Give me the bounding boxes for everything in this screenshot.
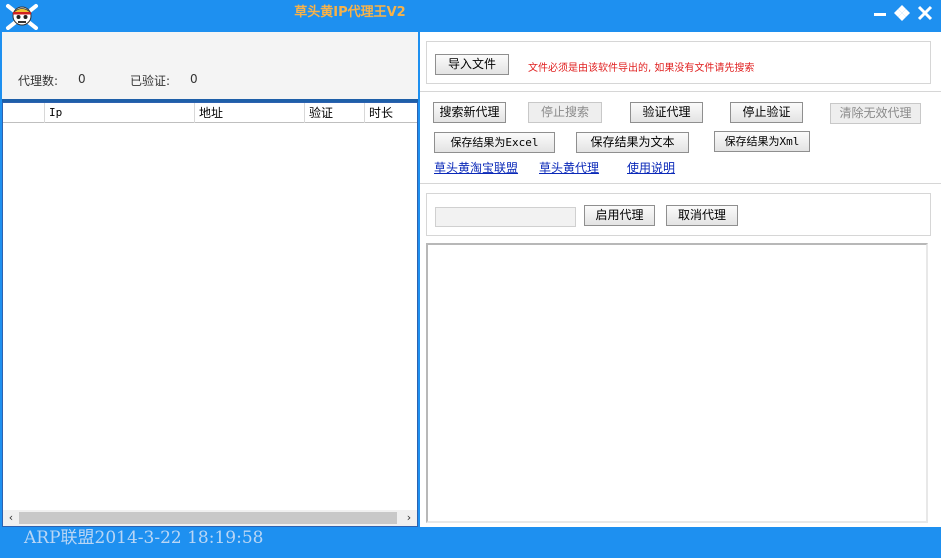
save-text-button[interactable]: 保存结果为文本 — [576, 132, 689, 153]
proxy-count-label: 代理数: — [18, 74, 59, 88]
stats-panel: 代理数: 0 已验证: 0 — [2, 32, 418, 100]
column-header-index[interactable] — [3, 103, 45, 123]
import-file-button[interactable]: 导入文件 — [435, 54, 509, 75]
divider — [420, 91, 941, 92]
column-header-duration[interactable]: 时长 — [365, 103, 417, 123]
proxy-group: 启用代理 取消代理 — [426, 193, 931, 236]
minimize-icon[interactable] — [871, 4, 889, 22]
proxy-table[interactable]: Ip 地址 验证 时长 ‹ › — [2, 102, 418, 527]
verified-label: 已验证: — [130, 74, 171, 88]
stop-verify-button[interactable]: 停止验证 — [730, 102, 803, 123]
log-output[interactable] — [426, 243, 928, 523]
proxy-link[interactable]: 草头黄代理 — [539, 159, 599, 176]
verified-value: 0 — [190, 72, 198, 86]
status-bar-text: ARP联盟2014-3-22 18:19:58 — [24, 528, 264, 548]
divider — [420, 183, 941, 184]
import-note: 文件必须是由该软件导出的, 如果没有文件请先搜索 — [528, 63, 755, 74]
column-header-address[interactable]: 地址 — [195, 103, 305, 123]
save-xml-button[interactable]: 保存结果为Xml — [714, 131, 810, 152]
proxy-address-input[interactable] — [435, 207, 576, 227]
cancel-proxy-button[interactable]: 取消代理 — [666, 205, 738, 226]
import-group: 导入文件 文件必须是由该软件导出的, 如果没有文件请先搜索 — [426, 41, 931, 84]
proxy-count-value: 0 — [78, 72, 86, 86]
move-icon[interactable] — [893, 4, 911, 22]
scroll-right-icon[interactable]: › — [401, 510, 417, 526]
scroll-left-icon[interactable]: ‹ — [3, 510, 19, 526]
window-title: 草头黄IP代理王V2 — [294, 5, 406, 20]
scroll-thumb[interactable] — [19, 512, 397, 524]
close-icon[interactable] — [916, 4, 934, 22]
control-panel: 导入文件 文件必须是由该软件导出的, 如果没有文件请先搜索 搜索新代理 停止搜索… — [420, 32, 941, 527]
column-header-ip[interactable]: Ip — [45, 103, 195, 123]
stop-search-button[interactable]: 停止搜索 — [528, 102, 602, 123]
manual-link[interactable]: 使用说明 — [627, 159, 675, 176]
taobao-link[interactable]: 草头黄淘宝联盟 — [434, 159, 518, 176]
clear-invalid-button[interactable]: 清除无效代理 — [830, 103, 921, 124]
save-excel-button[interactable]: 保存结果为Excel — [434, 132, 555, 153]
table-header: Ip 地址 验证 时长 — [3, 103, 417, 123]
column-header-verify[interactable]: 验证 — [305, 103, 365, 123]
verify-proxy-button[interactable]: 验证代理 — [630, 102, 703, 123]
search-proxy-button[interactable]: 搜索新代理 — [433, 102, 506, 123]
title-bar: 草头黄IP代理王V2 — [0, 0, 941, 32]
horizontal-scrollbar[interactable]: ‹ › — [3, 510, 417, 526]
enable-proxy-button[interactable]: 启用代理 — [584, 205, 655, 226]
